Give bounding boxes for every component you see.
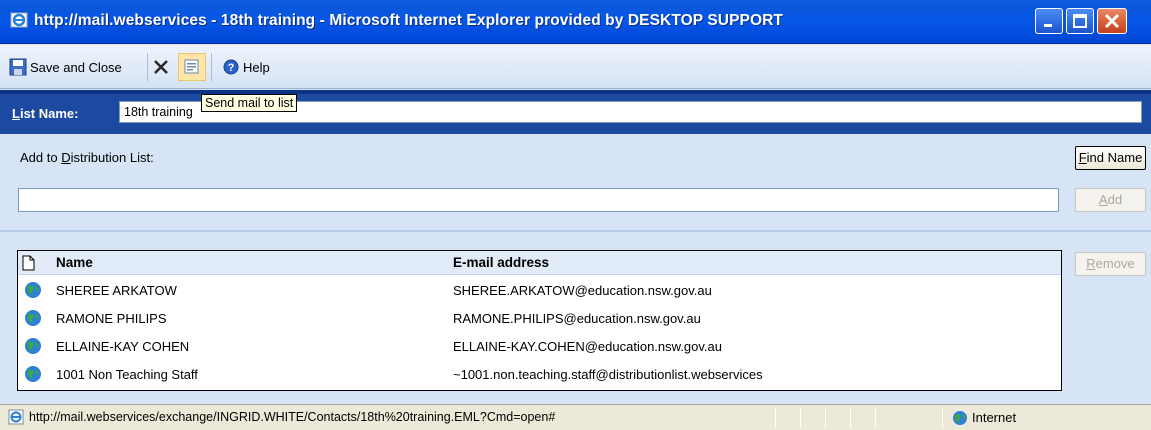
- status-url: http://mail.webservices/exchange/INGRID.…: [29, 410, 556, 424]
- status-separator: [850, 408, 851, 428]
- toolbar-separator: [211, 53, 212, 81]
- members-grid: Name E-mail address SHEREE ARKATOW SHERE…: [17, 250, 1062, 391]
- column-header-name[interactable]: Name: [56, 255, 93, 270]
- member-email: ELLAINE-KAY.COHEN@education.nsw.gov.au: [453, 339, 723, 354]
- status-separator: [800, 408, 801, 428]
- security-zone-label: Internet: [972, 410, 1017, 425]
- find-name-button[interactable]: Find Name: [1075, 146, 1146, 170]
- toolbar: Save and Close ? Help: [0, 45, 1151, 89]
- list-name-bar: List Name: 18th training: [0, 90, 1151, 134]
- list-name-label: List Name:: [12, 106, 79, 121]
- close-icon: [1104, 13, 1120, 29]
- table-row[interactable]: RAMONE PHILIPS RAMONE.PHILIPS@education.…: [18, 305, 1061, 333]
- member-name: RAMONE PHILIPS: [56, 311, 167, 326]
- distribution-list-panel: Add to Distribution List: Find Name Add …: [0, 134, 1151, 404]
- member-name: SHEREE ARKATOW: [56, 283, 177, 298]
- help-icon: ?: [223, 59, 239, 75]
- tooltip: Send mail to list: [201, 94, 298, 112]
- member-email: SHEREE.ARKATOW@education.nsw.gov.au: [453, 283, 712, 298]
- internet-zone-icon: [953, 411, 967, 425]
- grid-header: Name E-mail address: [18, 251, 1061, 275]
- send-mail-icon: [184, 59, 199, 74]
- document-icon: [22, 255, 35, 271]
- help-label: Help: [243, 59, 270, 75]
- add-member-input[interactable]: [18, 188, 1059, 212]
- status-bar: http://mail.webservices/exchange/INGRID.…: [0, 404, 1151, 430]
- help-button[interactable]: ? Help: [223, 55, 270, 79]
- add-to-distribution-list-label: Add to Distribution List:: [20, 150, 154, 165]
- title-bar: http://mail.webservices - 18th training …: [0, 0, 1151, 44]
- member-name: 1001 Non Teaching Staff: [56, 367, 198, 382]
- ie-icon: [8, 409, 24, 425]
- minimize-icon: [1044, 24, 1052, 27]
- member-name: ELLAINE-KAY COHEN: [56, 339, 190, 354]
- status-separator: [825, 408, 826, 428]
- minimize-button[interactable]: [1035, 8, 1063, 34]
- add-button[interactable]: Add: [1075, 188, 1146, 212]
- globe-icon: [25, 310, 41, 326]
- table-row[interactable]: SHEREE ARKATOW SHEREE.ARKATOW@education.…: [18, 277, 1061, 305]
- delete-icon: [154, 60, 168, 74]
- globe-icon: [25, 282, 41, 298]
- member-email: RAMONE.PHILIPS@education.nsw.gov.au: [453, 311, 701, 326]
- divider: [0, 230, 1151, 232]
- maximize-button[interactable]: [1066, 8, 1094, 34]
- save-and-close-label: Save and Close: [30, 59, 122, 75]
- svg-text:?: ?: [228, 62, 235, 74]
- status-separator: [942, 408, 943, 428]
- status-separator: [775, 408, 776, 428]
- toolbar-separator: [147, 53, 148, 81]
- remove-button[interactable]: Remove: [1075, 252, 1146, 276]
- globe-icon: [25, 366, 41, 382]
- table-row[interactable]: 1001 Non Teaching Staff ~1001.non.teachi…: [18, 361, 1061, 389]
- delete-button[interactable]: [152, 55, 170, 79]
- status-separator: [875, 408, 876, 428]
- member-email: ~1001.non.teaching.staff@distributionlis…: [453, 367, 763, 382]
- column-header-email[interactable]: E-mail address: [453, 255, 549, 270]
- maximize-icon: [1073, 14, 1087, 28]
- globe-icon: [25, 338, 41, 354]
- close-button[interactable]: [1097, 8, 1127, 34]
- save-icon: [9, 58, 27, 76]
- window-title: http://mail.webservices - 18th training …: [34, 12, 783, 29]
- save-and-close-button[interactable]: Save and Close: [9, 55, 122, 79]
- table-row[interactable]: ELLAINE-KAY COHEN ELLAINE-KAY.COHEN@educ…: [18, 333, 1061, 361]
- ie-icon: [10, 12, 28, 28]
- send-mail-to-list-button[interactable]: [178, 53, 206, 81]
